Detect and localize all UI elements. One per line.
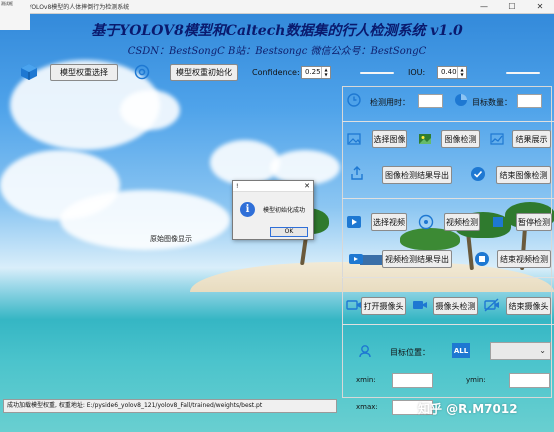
minimize-button[interactable]: — <box>470 0 498 13</box>
spin-arrows-icon[interactable]: ▲ ▼ <box>457 67 466 78</box>
image-detect-button[interactable]: 图像检测 <box>441 130 480 148</box>
result-show-button[interactable]: 结果展示 <box>512 130 551 148</box>
dialog-message: 模型初始化成功 <box>263 207 306 214</box>
app-title: 基于YOLOV8模型和Caltech数据集的行人检测系统 v1.0 <box>91 23 463 39</box>
cloud <box>120 90 180 130</box>
cube-icon <box>20 63 38 81</box>
maximize-button[interactable]: ☐ <box>498 0 526 13</box>
panel-divider <box>342 277 554 278</box>
init-weights-button[interactable]: 模型权重初始化 <box>170 64 238 81</box>
spin-arrows-icon[interactable]: ▲ ▼ <box>321 67 330 78</box>
time-value-field <box>418 94 443 108</box>
dialog-close-icon[interactable]: ✕ <box>304 181 310 192</box>
end-video-icon <box>474 251 490 267</box>
image-icon <box>347 132 361 146</box>
dialog-title: ! <box>236 183 239 190</box>
iou-spinbox[interactable]: 0.40 ▲ ▼ <box>437 66 467 79</box>
camera-icon <box>346 297 362 313</box>
end-image-detect-button[interactable]: 结束图像检测 <box>496 166 551 184</box>
confidence-label: Confidence: <box>252 68 300 77</box>
target-position-label: 目标位置： <box>390 348 430 357</box>
dialog-ok-button[interactable]: OK <box>270 227 308 237</box>
confidence-slider[interactable] <box>360 72 394 74</box>
chevron-down-icon[interactable]: ⌄ <box>539 346 546 355</box>
xmax-label: xmax: <box>356 403 378 411</box>
gallery-icon <box>418 132 432 146</box>
pie-chart-icon <box>454 93 468 107</box>
iou-slider[interactable] <box>506 72 540 74</box>
count-label: 目标数量： <box>472 98 512 107</box>
target-select-dropdown[interactable]: ⌄ <box>490 342 551 360</box>
info-icon: i <box>240 202 255 217</box>
export-video-result-button[interactable]: 视频检测结果导出 <box>382 250 452 268</box>
pause-detect-button[interactable]: 暂停检测 <box>516 213 552 231</box>
watermark-text: 知乎 @R.M7012 <box>418 402 518 416</box>
check-circle-icon <box>470 166 486 182</box>
confidence-spinbox[interactable]: 0.25 ▲ ▼ <box>301 66 331 79</box>
corner-note: 测试框 <box>0 0 30 30</box>
panel-divider <box>342 324 554 325</box>
ymin-label: ymin: <box>466 376 486 384</box>
cloud <box>60 190 230 250</box>
status-bar: 成功加载模型权重, 权重地址: E:/pyside6_yolov8_121/yo… <box>3 399 337 413</box>
app-subtitle: CSDN：BestSongC B站：Bestsongc 微信公众号：BestSo… <box>127 46 427 57</box>
time-label: 检测用时： <box>370 98 410 107</box>
target-icon <box>134 64 150 80</box>
trend-chart-icon <box>490 132 504 146</box>
video-detect-button[interactable]: 视频检测 <box>444 213 480 231</box>
panel-divider <box>342 198 554 199</box>
init-success-dialog: ! ✕ i 模型初始化成功 OK <box>232 180 314 240</box>
user-pin-icon <box>358 344 372 358</box>
panel-divider <box>342 121 554 122</box>
video-icon <box>346 214 362 230</box>
camera-off-icon <box>484 297 500 313</box>
export-icon <box>350 166 364 180</box>
dialog-titlebar: ! ✕ <box>233 181 313 192</box>
iou-value: 0.40 <box>441 68 457 76</box>
xmin-label: xmin: <box>356 376 376 384</box>
select-video-button[interactable]: 选择视频 <box>371 213 407 231</box>
window-titlebar: 基于YOLOv8模型的人体摔倒行为检测系统 — ☐ ✕ <box>0 0 554 14</box>
clock-icon <box>347 93 361 107</box>
video-export-icon <box>348 251 364 267</box>
select-weights-button[interactable]: 模型权重选择 <box>50 64 118 81</box>
location-pin-icon <box>418 214 434 230</box>
xmin-field <box>392 373 433 388</box>
open-camera-button[interactable]: 打开摄像头 <box>361 297 406 315</box>
original-image-display-label: 原始图像显示 <box>150 235 192 243</box>
camera-detect-button[interactable]: 摄像头检测 <box>433 297 478 315</box>
camera-detect-icon <box>412 297 428 313</box>
export-image-result-button[interactable]: 图像检测结果导出 <box>382 166 452 184</box>
confidence-value: 0.25 <box>305 68 321 76</box>
select-image-button[interactable]: 选择图像 <box>372 130 407 148</box>
close-button[interactable]: ✕ <box>526 0 554 13</box>
iou-label: IOU: <box>408 68 426 77</box>
count-value-field <box>517 94 542 108</box>
stop-icon <box>490 214 506 230</box>
end-camera-button[interactable]: 结束摄像头 <box>506 297 551 315</box>
cloud <box>210 140 280 185</box>
end-video-detect-button[interactable]: 结束视频检测 <box>497 250 551 268</box>
window-title: 基于YOLOv8模型的人体摔倒行为检测系统 <box>16 4 130 11</box>
ymin-field <box>509 373 550 388</box>
all-badge-icon: ALL <box>452 343 470 358</box>
